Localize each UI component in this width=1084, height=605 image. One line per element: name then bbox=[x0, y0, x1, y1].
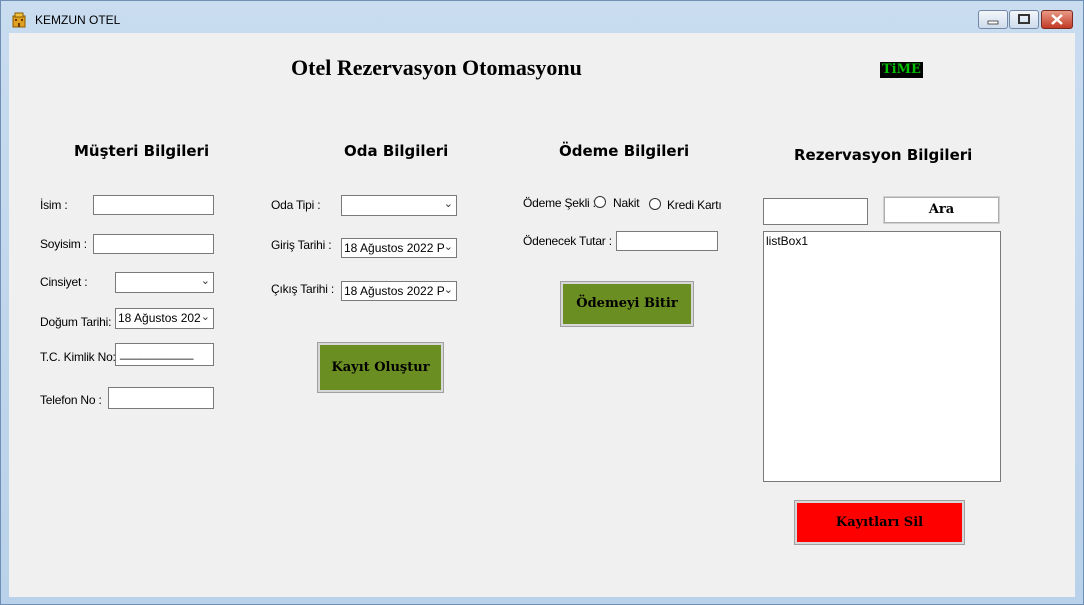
surname-label: Soyisim : bbox=[40, 237, 87, 251]
chevron-down-icon: ⌄ bbox=[200, 275, 210, 287]
maximize-button[interactable] bbox=[1009, 10, 1039, 29]
amount-label: Ödenecek Tutar : bbox=[523, 234, 612, 248]
maximize-icon bbox=[1018, 14, 1030, 24]
page-title: Otel Rezervasyon Otomasyonu bbox=[291, 55, 582, 80]
phone-label: Telefon No : bbox=[40, 393, 102, 407]
amount-input[interactable] bbox=[616, 231, 718, 251]
delete-records-button[interactable]: Kayıtları Sil bbox=[794, 500, 965, 545]
card-radio-label[interactable]: Kredi Kartı bbox=[667, 198, 722, 212]
hotel-icon bbox=[12, 12, 26, 28]
name-input[interactable] bbox=[93, 195, 214, 215]
tc-label: T.C. Kimlik No: bbox=[40, 350, 116, 364]
checkin-date-value: 18 Ağustos 2022 Pe bbox=[344, 241, 452, 255]
chevron-down-icon: ⌄ bbox=[200, 310, 210, 323]
checkout-date-value: 18 Ağustos 2022 Pe bbox=[344, 284, 452, 298]
room-type-label: Oda Tipi : bbox=[271, 198, 321, 212]
payment-heading: Ödeme Bilgileri bbox=[559, 142, 690, 160]
tc-mask-value: ___________ bbox=[120, 346, 194, 360]
title-bar[interactable]: KEMZUN OTEL bbox=[1, 1, 1083, 33]
close-icon bbox=[1051, 14, 1063, 25]
checkout-label: Çıkış Tarihi : bbox=[271, 282, 334, 296]
time-label: TiME bbox=[880, 62, 923, 78]
checkin-label: Giriş Tarihi : bbox=[271, 238, 332, 252]
payment-method-label: Ödeme Şekli : bbox=[523, 196, 596, 210]
birth-date-label: Doğum Tarihi: bbox=[40, 315, 112, 329]
window-title: KEMZUN OTEL bbox=[35, 13, 121, 27]
surname-input[interactable] bbox=[93, 234, 214, 254]
birth-date-picker[interactable]: 18 Ağustos 2022 ⌄ bbox=[115, 308, 214, 329]
close-button[interactable] bbox=[1041, 10, 1073, 29]
gender-label: Cinsiyet : bbox=[40, 275, 88, 289]
customer-heading: Müşteri Bilgileri bbox=[74, 142, 210, 160]
tc-masked-input[interactable]: ___________ bbox=[115, 343, 214, 366]
list-item[interactable]: listBox1 bbox=[766, 234, 808, 248]
form-client-area: Otel Rezervasyon Otomasyonu TiME Müşteri… bbox=[9, 33, 1075, 597]
minimize-icon bbox=[987, 20, 999, 25]
cash-radio[interactable] bbox=[594, 196, 606, 208]
phone-input[interactable] bbox=[108, 387, 214, 409]
checkout-date-picker[interactable]: 18 Ağustos 2022 Pe ⌄ bbox=[341, 281, 457, 301]
reservation-listbox[interactable]: listBox1 bbox=[763, 231, 1001, 482]
search-input[interactable] bbox=[763, 198, 868, 225]
name-label: İsim : bbox=[40, 198, 68, 212]
room-heading: Oda Bilgileri bbox=[344, 142, 449, 160]
chevron-down-icon: ⌄ bbox=[443, 198, 453, 210]
gender-select[interactable]: ⌄ bbox=[115, 272, 214, 293]
card-radio[interactable] bbox=[649, 198, 661, 210]
search-button[interactable]: Ara bbox=[883, 196, 1000, 224]
reservation-heading: Rezervasyon Bilgileri bbox=[794, 146, 973, 164]
create-record-button[interactable]: Kayıt Oluştur bbox=[317, 342, 444, 393]
room-type-select[interactable]: ⌄ bbox=[341, 195, 457, 216]
finish-payment-button[interactable]: Ödemeyi Bitir bbox=[560, 281, 694, 327]
app-window: KEMZUN OTEL Otel Rezervasyon Otomasyonu … bbox=[0, 0, 1084, 605]
chevron-down-icon: ⌄ bbox=[443, 283, 453, 296]
checkin-date-picker[interactable]: 18 Ağustos 2022 Pe ⌄ bbox=[341, 238, 457, 258]
birth-date-value: 18 Ağustos 2022 bbox=[118, 311, 208, 325]
minimize-button[interactable] bbox=[978, 10, 1008, 29]
chevron-down-icon: ⌄ bbox=[443, 240, 453, 253]
cash-radio-label[interactable]: Nakit bbox=[613, 196, 640, 210]
